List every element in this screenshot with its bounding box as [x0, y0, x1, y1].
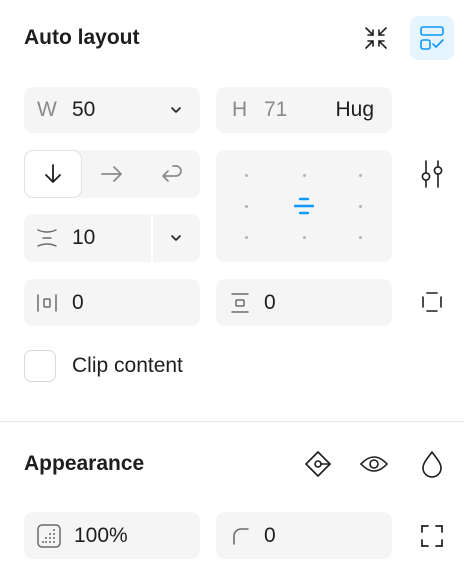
align-dot-bottom-left[interactable]: [245, 236, 248, 239]
chevron-down-icon[interactable]: [169, 231, 183, 245]
visibility-toggle-button[interactable]: [352, 442, 396, 486]
corners-icon: [421, 525, 443, 547]
corner-radius-value[interactable]: 0: [264, 524, 276, 548]
horizontal-padding-icon: [37, 293, 57, 312]
align-dot-bottom-right[interactable]: [359, 236, 362, 239]
horizontal-padding-field[interactable]: 0: [24, 279, 200, 326]
layout-guide-toggle-button[interactable]: [410, 16, 454, 60]
variable-mode-icon: [305, 451, 331, 477]
vertical-gap-icon: [37, 229, 57, 247]
individual-padding-button[interactable]: [410, 280, 454, 324]
wrap-arrow-icon: [162, 165, 182, 182]
align-dot-middle-right[interactable]: [359, 205, 362, 208]
individual-corners-button[interactable]: [410, 514, 454, 558]
collapse-icon: [365, 27, 387, 49]
drop-icon: [422, 451, 442, 478]
height-mode[interactable]: Hug: [335, 98, 374, 122]
padding-sides-icon: [422, 292, 442, 312]
corner-radius-field[interactable]: 0: [216, 512, 392, 559]
clip-content-checkbox[interactable]: [24, 350, 56, 382]
align-dot-middle-left[interactable]: [245, 205, 248, 208]
layout-check-icon: [420, 26, 444, 50]
align-dot-top-center[interactable]: [303, 174, 306, 177]
direction-toggle-group: [24, 150, 200, 198]
vertical-padding-field[interactable]: 0: [216, 279, 392, 326]
direction-horizontal-button[interactable]: [83, 150, 141, 198]
opacity-field[interactable]: 100%: [24, 512, 200, 559]
align-dot-bottom-center[interactable]: [303, 236, 306, 239]
height-field[interactable]: H 71 Hug: [216, 87, 392, 133]
arrow-down-icon: [45, 164, 61, 183]
blend-mode-button[interactable]: [410, 442, 454, 486]
variable-mode-button[interactable]: [296, 442, 340, 486]
chevron-down-icon[interactable]: [169, 103, 183, 117]
horizontal-padding-value[interactable]: 0: [72, 291, 84, 315]
gap-value[interactable]: 10: [72, 226, 95, 250]
section-divider: [0, 421, 464, 422]
width-value[interactable]: 50: [72, 98, 95, 122]
gap-field[interactable]: 10: [24, 214, 200, 262]
vertical-padding-value[interactable]: 0: [264, 291, 276, 315]
width-field[interactable]: W 50: [24, 87, 200, 133]
collapse-auto-layout-button[interactable]: [354, 16, 398, 60]
corner-radius-icon: [233, 527, 249, 545]
align-dot-top-right[interactable]: [359, 174, 362, 177]
height-prefix: H: [232, 98, 248, 121]
direction-wrap-button[interactable]: [142, 150, 200, 198]
vertical-padding-icon: [231, 292, 249, 313]
section-title-auto-layout: Auto layout: [24, 26, 140, 49]
width-prefix: W: [37, 98, 57, 121]
opacity-icon: [37, 523, 61, 548]
alignment-center-icon[interactable]: [294, 196, 314, 216]
opacity-value[interactable]: 100%: [74, 524, 128, 548]
clip-content-label[interactable]: Clip content: [72, 354, 183, 378]
height-value[interactable]: 71: [264, 98, 287, 122]
alignment-grid[interactable]: [216, 150, 392, 262]
sliders-icon: [421, 160, 443, 188]
gap-field-divider: [151, 214, 153, 262]
eye-icon: [359, 456, 389, 472]
arrow-right-icon: [101, 166, 122, 182]
align-dot-top-left[interactable]: [245, 174, 248, 177]
direction-vertical-button[interactable]: [24, 150, 82, 198]
section-title-appearance: Appearance: [24, 452, 145, 475]
advanced-layout-settings-button[interactable]: [410, 152, 454, 196]
